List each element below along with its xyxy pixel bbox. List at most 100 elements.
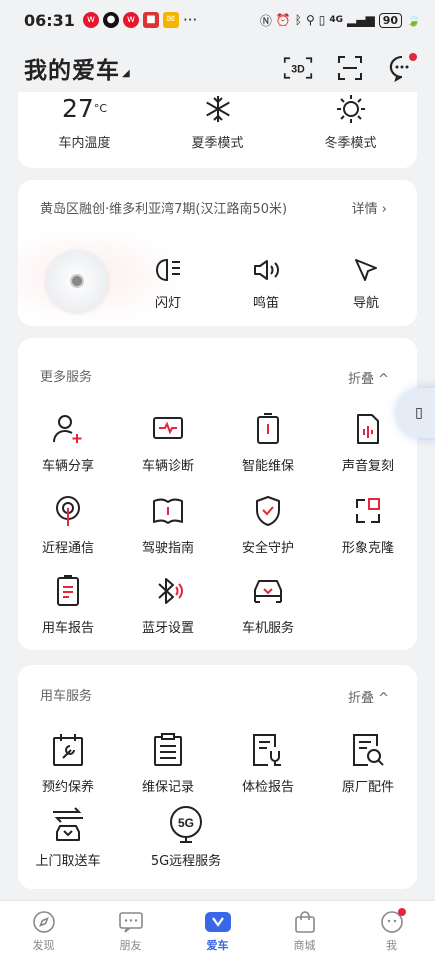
flash-lights-label: 闪灯 xyxy=(154,296,181,311)
temperature-value: 27 xyxy=(62,94,94,123)
service-oem-parts[interactable]: 原厂配件 xyxy=(318,731,418,795)
service-safety-guard[interactable]: 安全守护 xyxy=(218,492,318,556)
fold-button[interactable]: 折叠 ^ xyxy=(348,368,389,387)
more-icon: ··· xyxy=(182,11,198,29)
service-5g-remote[interactable]: 5G 5G远程服务 xyxy=(136,805,236,869)
section-title: 更多服务 xyxy=(40,370,93,385)
service-driving-guide[interactable]: 驾驶指南 xyxy=(118,492,218,556)
sun-icon xyxy=(284,92,417,126)
book-icon xyxy=(118,492,218,530)
user-add-icon xyxy=(18,410,118,448)
fold-label: 折叠 xyxy=(347,691,374,706)
detail-link[interactable]: 详情 › xyxy=(352,198,387,217)
tab-label: 商城 xyxy=(293,939,316,952)
signal-icon: ▂▄▆ xyxy=(347,13,375,27)
snowflake-icon xyxy=(151,92,284,126)
service-smart-maintenance[interactable]: 智能维保 xyxy=(218,410,318,474)
calendar-wrench-icon xyxy=(18,731,118,769)
chat-icon xyxy=(87,909,174,935)
service-pickup-delivery[interactable]: 上门取送车 xyxy=(18,805,118,869)
summer-mode-button[interactable]: 夏季模式 xyxy=(151,92,284,151)
page-title[interactable]: 我的爱车 xyxy=(24,51,120,85)
message-icon[interactable] xyxy=(387,53,417,83)
tab-label: 发现 xyxy=(32,939,55,952)
more-services-card: 更多服务 折叠 ^ 车辆分享 车辆诊断 智能维保 声音复刻 近程通信 驾驶指南 … xyxy=(18,338,417,650)
service-label: 上门取送车 xyxy=(35,854,101,869)
service-maintenance-records[interactable]: 维保记录 xyxy=(118,731,218,795)
service-label: 声音复刻 xyxy=(341,459,394,474)
checkup-icon xyxy=(218,731,318,769)
service-bluetooth-settings[interactable]: 蓝牙设置 xyxy=(118,572,218,636)
alarm-icon: ⏰ xyxy=(275,13,291,27)
car-services-card: 用车服务 折叠 ^ 预约保养 维保记录 体检报告 原厂配件 上门取送车 5G 5… xyxy=(18,665,417,889)
flash-lights-button[interactable]: 闪灯 xyxy=(128,254,208,311)
winter-mode-label: 冬季模式 xyxy=(324,136,377,151)
horn-icon xyxy=(226,254,306,286)
tab-label: 爱车 xyxy=(206,939,229,952)
report-icon xyxy=(18,572,118,610)
shield-icon xyxy=(218,492,318,530)
horn-label: 鸣笛 xyxy=(252,296,279,311)
service-image-clone[interactable]: 形象克隆 xyxy=(318,492,418,556)
location-icon: ⚲ xyxy=(305,13,315,27)
service-label: 车机服务 xyxy=(241,621,294,636)
service-label: 形象克隆 xyxy=(341,541,394,556)
service-label: 车辆分享 xyxy=(41,459,94,474)
app-icon: ● xyxy=(102,12,119,28)
navigation-button[interactable]: 导航 xyxy=(326,254,406,311)
control-knob[interactable] xyxy=(46,250,108,312)
service-label: 安全守护 xyxy=(241,541,294,556)
caret-down-icon[interactable]: ◢ xyxy=(122,68,130,79)
service-vehicle-share[interactable]: 车辆分享 xyxy=(18,410,118,474)
service-near-comm[interactable]: 近程通信 xyxy=(18,492,118,556)
pickup-car-icon xyxy=(18,805,118,843)
3d-view-button[interactable]: 3D xyxy=(283,53,313,83)
tab-mall[interactable]: 商城 xyxy=(261,901,348,960)
weibo-icon: w xyxy=(82,12,99,28)
summer-mode-label: 夏季模式 xyxy=(191,136,244,151)
bottom-tab-bar: 发现 朋友 爱车 商城 我 xyxy=(0,900,435,960)
clipboard-icon xyxy=(118,731,218,769)
climate-card: 27°C 车内温度 夏季模式 冬季模式 xyxy=(18,92,417,168)
scan-icon[interactable] xyxy=(335,53,365,83)
weibo-icon: w xyxy=(122,12,139,28)
compass-icon xyxy=(0,909,87,935)
service-label: 体检报告 xyxy=(241,780,294,795)
notification-dot xyxy=(397,908,406,916)
network-type: 4G xyxy=(329,15,344,25)
service-label: 维保记录 xyxy=(141,780,194,795)
service-head-unit[interactable]: 车机服务 xyxy=(218,572,318,636)
detail-label: 详情 xyxy=(351,202,378,217)
cabin-temperature: 27°C 车内温度 xyxy=(18,92,151,151)
mail-icon: ✉ xyxy=(162,12,179,28)
service-label: 车辆诊断 xyxy=(141,459,194,474)
fold-button[interactable]: 折叠 ^ xyxy=(348,687,389,706)
5g-icon: 5G xyxy=(136,805,236,843)
headlight-icon xyxy=(128,254,208,286)
chevron-right-icon: › xyxy=(381,202,387,217)
tab-friends[interactable]: 朋友 xyxy=(87,901,174,960)
service-book-maintenance[interactable]: 预约保养 xyxy=(18,731,118,795)
horn-button[interactable]: 鸣笛 xyxy=(226,254,306,311)
bluetooth-status-icon: ᛒ xyxy=(294,13,302,27)
svg-text:5G: 5G xyxy=(178,816,194,830)
bag-icon xyxy=(261,909,348,935)
status-time: 06:31 xyxy=(24,10,75,30)
service-checkup-report[interactable]: 体检报告 xyxy=(218,731,318,795)
tab-my-car[interactable]: 爱车 xyxy=(174,901,261,960)
service-vehicle-diagnosis[interactable]: 车辆诊断 xyxy=(118,410,218,474)
face-icon xyxy=(348,909,435,935)
service-label: 用车报告 xyxy=(41,621,94,636)
nfc-icon: Ⓝ xyxy=(259,13,272,28)
car-tab-icon xyxy=(174,909,261,935)
service-vehicle-report[interactable]: 用车报告 xyxy=(18,572,118,636)
tab-me[interactable]: 我 xyxy=(348,901,435,960)
temperature-unit: °C xyxy=(93,102,107,115)
location-address: 黄岛区融创·维多利亚湾7期(汉江路南50米) xyxy=(40,202,288,217)
service-label: 原厂配件 xyxy=(341,780,394,795)
winter-mode-button[interactable]: 冬季模式 xyxy=(284,92,417,151)
navigation-icon xyxy=(326,254,406,286)
tab-discover[interactable]: 发现 xyxy=(0,901,87,960)
app-icon: ■ xyxy=(142,12,159,28)
battery-icon: 90 xyxy=(378,12,403,28)
